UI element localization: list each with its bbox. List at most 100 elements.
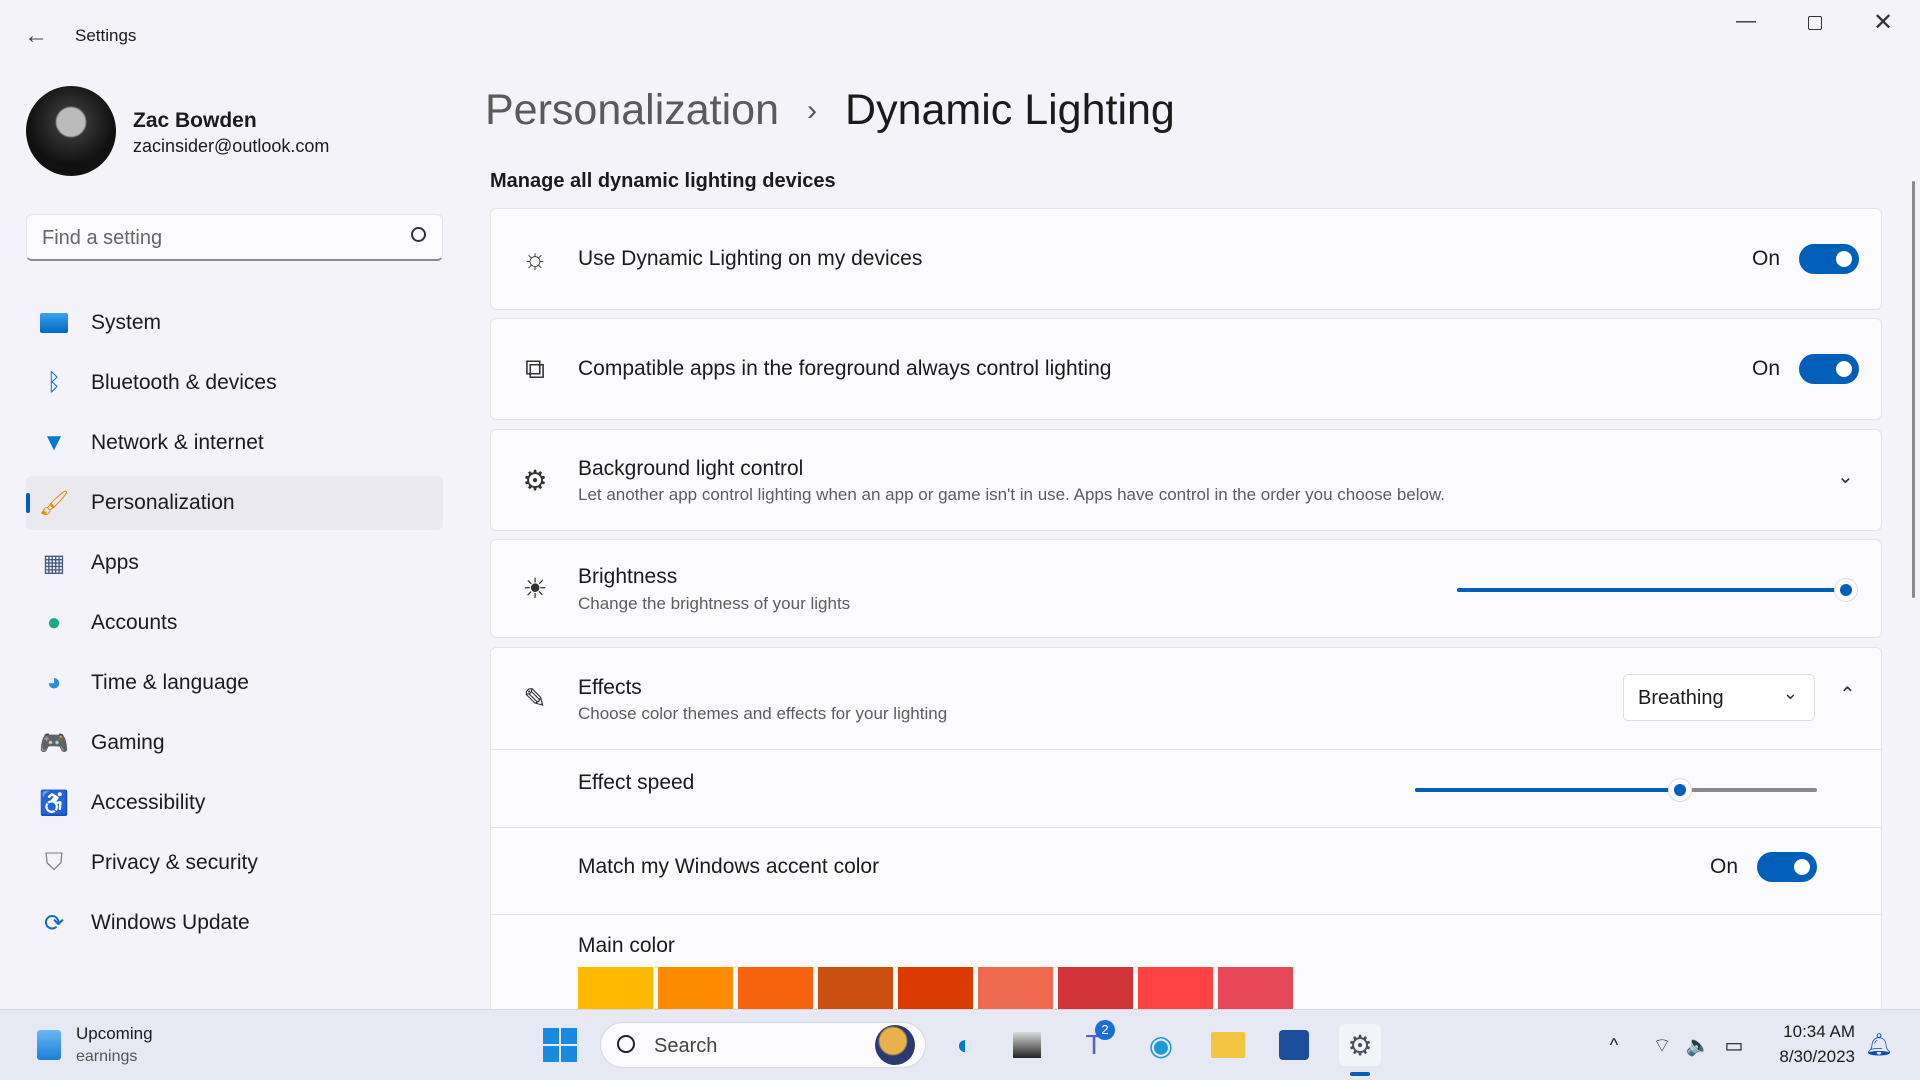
edge-preview-icon[interactable]: ◐ — [944, 1024, 986, 1066]
brightness-slider[interactable] — [1457, 578, 1858, 602]
effect-speed-slider[interactable] — [1415, 778, 1817, 802]
dropdown-value: Breathing — [1638, 687, 1724, 709]
sidebar-item-windows-update[interactable]: ⟳ Windows Update — [26, 896, 443, 950]
setting-title: Background light control — [578, 457, 804, 480]
color-swatch[interactable] — [1138, 967, 1213, 1009]
sun-icon: ☀ — [522, 573, 548, 604]
sidebar-item-label: System — [91, 311, 162, 334]
sidebar-item-label: Gaming — [91, 731, 165, 754]
store-icon[interactable] — [1273, 1024, 1315, 1066]
notification-bell-icon[interactable]: 🔔︎ — [1858, 1024, 1900, 1066]
background-light-control-card[interactable]: ⚙ Background light control Let another a… — [490, 429, 1882, 531]
use-dynamic-lighting-toggle[interactable] — [1799, 244, 1859, 274]
notification-badge: 2 — [1095, 1020, 1115, 1040]
toggle-state: On — [1752, 247, 1781, 270]
back-button[interactable]: ← — [24, 22, 48, 50]
monitor-icon — [40, 309, 68, 337]
sidebar-item-accounts[interactable]: ● Accounts — [26, 596, 443, 650]
widget-title[interactable]: Upcoming — [76, 1024, 153, 1044]
toggle-state: On — [1752, 357, 1781, 380]
apps-icon: ▦ — [42, 549, 66, 577]
foreground-apps-toggle[interactable] — [1799, 354, 1859, 384]
match-accent-toggle[interactable] — [1757, 852, 1817, 882]
sidebar-item-personalization[interactable]: 🖌 Personalization — [26, 476, 443, 530]
widget-subtitle: earnings — [76, 1048, 138, 1065]
setting-title: Compatible apps in the foreground always… — [578, 357, 1112, 380]
effects-dropdown[interactable]: Breathing ⌄ — [1623, 674, 1815, 721]
window-title: Settings — [75, 26, 137, 45]
color-swatch[interactable] — [818, 967, 893, 1009]
chevron-up-icon[interactable]: ⌃ — [1839, 682, 1856, 707]
minimize-button[interactable]: — — [1736, 10, 1760, 34]
settings-gear-icon[interactable]: ⚙ — [1339, 1024, 1381, 1066]
battery-icon[interactable]: ▭ — [1713, 1024, 1755, 1066]
sidebar-item-label: Personalization — [91, 491, 235, 514]
setting-description: Change the brightness of your lights — [578, 594, 851, 613]
teams-icon[interactable]: T2 — [1073, 1020, 1115, 1066]
user-name: Zac Bowden — [133, 109, 257, 132]
sidebar-item-apps[interactable]: ▦ Apps — [26, 536, 443, 590]
widgets-chart-icon[interactable] — [28, 1024, 70, 1066]
sidebar-item-label: Bluetooth & devices — [91, 371, 277, 394]
setting-description: Choose color themes and effects for your… — [578, 704, 948, 723]
color-swatch[interactable] — [898, 967, 973, 1009]
color-swatch[interactable] — [1058, 967, 1133, 1009]
setting-title: Effects — [578, 676, 642, 699]
find-setting-input[interactable]: Find a setting — [26, 214, 443, 261]
person-icon: ● — [46, 609, 62, 636]
sidebar-item-network[interactable]: ▼ Network & internet — [26, 416, 443, 470]
chevron-down-icon[interactable]: ⌄ — [1837, 464, 1854, 489]
color-swatch[interactable] — [578, 967, 653, 1009]
taskbar-search-label: Search — [654, 1035, 718, 1057]
shield-icon: ⛉ — [45, 849, 63, 876]
search-placeholder: Find a setting — [42, 227, 163, 249]
chevron-up-icon[interactable]: ^ — [1593, 1024, 1635, 1066]
sidebar-item-label: Accessibility — [91, 791, 206, 814]
breadcrumb-parent[interactable]: Personalization — [485, 86, 779, 135]
slider-thumb[interactable] — [1668, 778, 1693, 802]
sidebar-item-gaming[interactable]: 🎮 Gaming — [26, 716, 443, 770]
maximize-button[interactable] — [1808, 16, 1822, 30]
sidebar-item-privacy[interactable]: ⛉ Privacy & security — [26, 836, 443, 890]
slider-thumb[interactable] — [1834, 578, 1858, 602]
sidebar-item-bluetooth[interactable]: ᛒ Bluetooth & devices — [26, 356, 443, 410]
divider — [491, 914, 1881, 915]
wifi-icon: ▼ — [42, 429, 66, 456]
divider — [491, 827, 1881, 828]
bluetooth-icon: ᛒ — [46, 369, 62, 396]
search-highlight-icon — [875, 1025, 915, 1065]
brush-icon: ✎ — [523, 682, 547, 714]
start-windows-icon[interactable] — [539, 1024, 581, 1066]
apps-layers-icon: ⧉ — [525, 352, 545, 384]
taskbar: Upcoming earnings Search ◐ T2 ◉ ⚙ ^ ⌔ 🔈 … — [0, 1009, 1920, 1080]
setting-title: Effect speed — [578, 771, 695, 794]
brightness-card: ☀ Brightness Change the brightness of yo… — [490, 539, 1882, 638]
color-swatch[interactable] — [738, 967, 813, 1009]
scrollbar[interactable] — [1912, 181, 1915, 598]
sidebar-item-accessibility[interactable]: ♿ Accessibility — [26, 776, 443, 830]
color-swatch[interactable] — [978, 967, 1053, 1009]
sidebar-item-time-language[interactable]: ◕ Time & language — [26, 656, 443, 710]
active-app-indicator — [1350, 1072, 1370, 1076]
close-button[interactable]: ✕ — [1873, 8, 1893, 37]
use-dynamic-lighting-card: ☼ Use Dynamic Lighting on my devices On — [490, 208, 1882, 310]
terminal-icon[interactable] — [1006, 1024, 1048, 1066]
edge-icon[interactable]: ◉ — [1140, 1024, 1182, 1066]
taskbar-search[interactable]: Search — [600, 1022, 926, 1068]
file-explorer-icon[interactable] — [1207, 1024, 1249, 1066]
avatar[interactable] — [26, 86, 116, 176]
setting-title: Match my Windows accent color — [578, 855, 880, 878]
accessibility-icon: ♿ — [39, 789, 69, 817]
sidebar-item-label: Windows Update — [91, 911, 250, 934]
color-swatch[interactable] — [658, 967, 733, 1009]
clock-date[interactable]: 8/30/2023 — [1765, 1047, 1855, 1067]
update-icon: ⟳ — [43, 909, 65, 937]
dynamic-lighting-icon: ☼ — [522, 243, 548, 274]
sidebar-item-system[interactable]: System — [26, 296, 443, 350]
color-swatch[interactable] — [1218, 967, 1293, 1009]
foreground-apps-card: ⧉ Compatible apps in the foreground alwa… — [490, 318, 1882, 420]
clock-time[interactable]: 10:34 AM — [1773, 1022, 1855, 1042]
slider-fill — [1457, 588, 1846, 592]
gamepad-icon: 🎮 — [39, 729, 69, 757]
brush-icon: 🖌 — [38, 489, 70, 517]
